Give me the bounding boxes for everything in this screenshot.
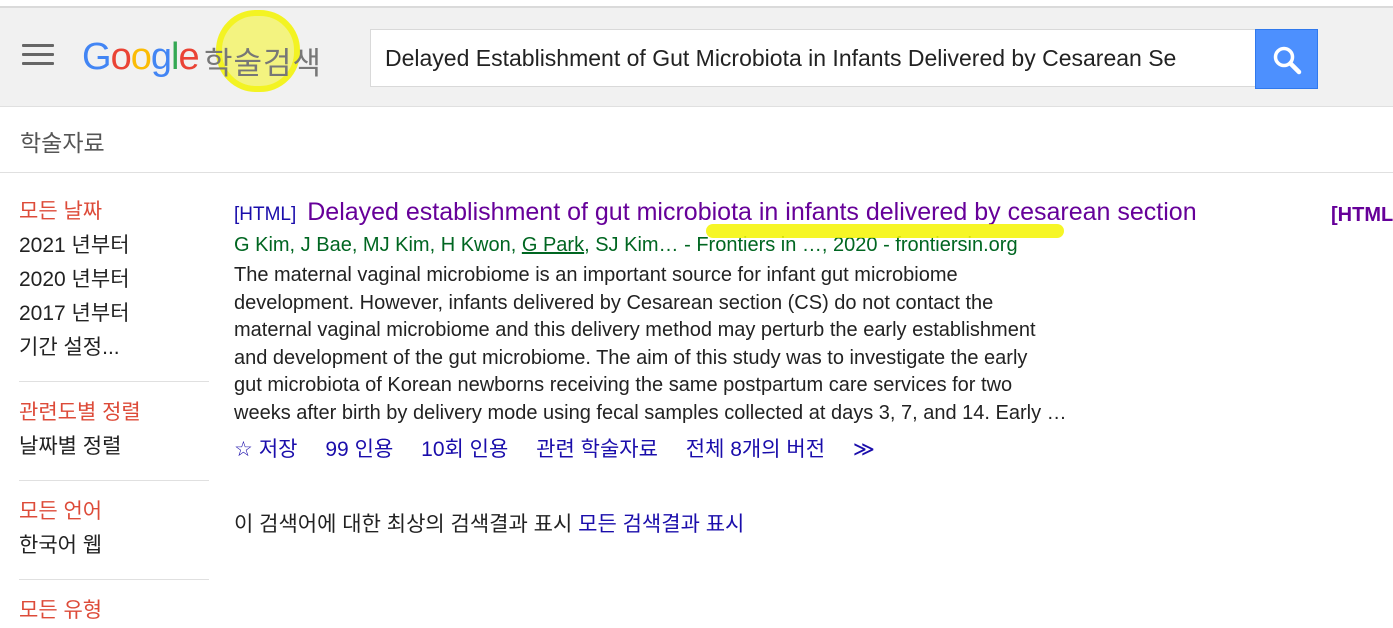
lang-any[interactable]: 모든 언어	[19, 495, 209, 529]
section-label: 학술자료	[20, 130, 105, 156]
authors-text: G Kim, J Bae, MJ Kim, H Kwon,	[234, 234, 522, 256]
filter-since-2020[interactable]: 2020 년부터	[19, 263, 209, 297]
filter-any-time[interactable]: 모든 날짜	[19, 195, 209, 229]
abstract-line: development. However, infants delivered …	[234, 291, 994, 314]
header-divider	[0, 172, 1393, 173]
filter-custom-range[interactable]: 기간 설정...	[19, 331, 209, 365]
star-icon: ☆	[234, 438, 253, 461]
filter-since-2017[interactable]: 2017 년부터	[19, 297, 209, 331]
cite-button[interactable]: 99 인용	[325, 438, 393, 461]
abstract-line: and development of the gut microbiome. T…	[234, 346, 1028, 369]
type-any[interactable]: 모든 유형	[19, 594, 209, 628]
author-link[interactable]: G Park	[522, 234, 584, 256]
abstract-line: gut microbiota of Korean newborns receiv…	[234, 374, 1013, 396]
result-title-text[interactable]: Delayed establishment of gut microbiota …	[307, 198, 1196, 226]
abstract-line: weeks after birth by delivery mode using…	[234, 401, 1067, 424]
more-icon[interactable]: ≫	[853, 438, 875, 461]
sort-by-relevance[interactable]: 관련도별 정렬	[19, 396, 209, 430]
search-result: [HTML] Delayed establishment of gut micr…	[234, 196, 1234, 463]
search-input[interactable]	[371, 30, 1241, 86]
quote-icon: 99	[325, 438, 349, 461]
more-results-text: 이 검색어에 대한 최상의 검색결과 표시	[234, 513, 579, 536]
abstract-line: The maternal vaginal microbiome is an im…	[234, 264, 958, 286]
related-articles-link[interactable]: 관련 학술자료	[536, 438, 658, 461]
more-results-line: 이 검색어에 대한 최상의 검색결과 표시 모든 검색결과 표시	[234, 508, 744, 538]
header-bar: Google 학술검색	[0, 8, 1393, 107]
html-tag[interactable]: [HTML]	[234, 204, 296, 225]
filter-since-2021[interactable]: 2021 년부터	[19, 229, 209, 263]
sidebar: 모든 날짜 2021 년부터 2020 년부터 2017 년부터 기간 설정..…	[19, 195, 209, 628]
result-actions: ☆ 저장 99 인용 10회 인용 관련 학술자료 전체 8개의 버전 ≫	[234, 433, 1234, 463]
result-meta: G Kim, J Bae, MJ Kim, H Kwon, G Park, SJ…	[234, 224, 1234, 257]
lang-korean[interactable]: 한국어 웹	[19, 529, 209, 563]
scholar-logo-text[interactable]: 학술검색	[204, 38, 322, 83]
yellow-highlight-annotation	[706, 224, 1064, 238]
search-icon	[1273, 46, 1302, 75]
save-button[interactable]: ☆ 저장	[234, 438, 297, 461]
next-result-html-tag[interactable]: [HTML	[1331, 204, 1393, 227]
show-all-results-link[interactable]: 모든 검색결과 표시	[578, 513, 744, 536]
language-group: 모든 언어 한국어 웹	[19, 495, 209, 580]
sort-by-date[interactable]: 날짜별 정렬	[19, 430, 209, 464]
sort-group: 관련도별 정렬 날짜별 정렬	[19, 396, 209, 481]
top-border	[0, 0, 1393, 8]
result-abstract: The maternal vaginal microbiome is an im…	[234, 262, 1134, 427]
cited-by-link[interactable]: 10회 인용	[421, 438, 508, 461]
all-versions-link[interactable]: 전체 8개의 버전	[686, 438, 825, 461]
hamburger-menu-icon[interactable]	[22, 44, 54, 68]
date-filter-group: 모든 날짜 2021 년부터 2020 년부터 2017 년부터 기간 설정..…	[19, 195, 209, 382]
google-logo[interactable]: Google	[82, 36, 200, 79]
search-field[interactable]	[370, 29, 1255, 87]
search-button[interactable]	[1255, 29, 1318, 89]
abstract-line: maternal vaginal microbiome and this del…	[234, 319, 1036, 341]
